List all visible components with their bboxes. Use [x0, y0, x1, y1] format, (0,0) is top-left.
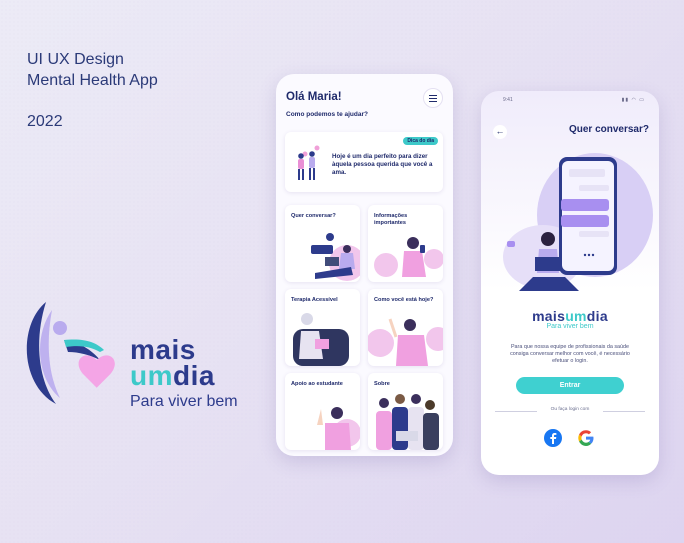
tile-label: Informações importantes	[374, 213, 408, 226]
tip-of-the-day-card[interactable]: Dica do dia Hoje é um dia perfeito para …	[285, 132, 443, 192]
enter-button[interactable]: Entrar	[516, 377, 624, 394]
home-screen: Olá Maria! Como podemos te ajudar? Dica …	[276, 74, 453, 456]
tile-label: Apoio ao estudante	[291, 381, 343, 387]
intro-line-1: UI UX Design	[27, 51, 124, 68]
hamburger-icon[interactable]	[423, 88, 443, 108]
tile-terapia[interactable]: Terapia Acessível	[285, 289, 360, 366]
back-button[interactable]: ←	[493, 125, 507, 139]
login-description: Para que nossa equipe de profissionais d…	[510, 344, 630, 364]
tile-sobre[interactable]: Sobre	[368, 373, 443, 450]
login-brand-um: um	[565, 308, 587, 324]
status-time: 9:41	[503, 97, 513, 103]
login-screen: 9:41 ▮▮ ◠ ▭ ← Quer conversar? maisumdia …	[481, 91, 659, 475]
tip-text: Hoje é um dia perfeito para dizer àquela…	[332, 153, 433, 176]
intro-line-2: Mental Health App	[27, 72, 158, 89]
tile-quer-conversar[interactable]: Quer conversar?	[285, 205, 360, 282]
brand-word-dia: dia	[173, 360, 215, 391]
brand-wordmark: mais umdia Para viver bem	[130, 336, 238, 411]
google-icon[interactable]	[577, 429, 595, 447]
tile-informacoes[interactable]: Informações importantes	[368, 205, 443, 282]
tile-label: Sobre	[374, 381, 390, 387]
status-icons: ▮▮ ◠ ▭	[621, 97, 645, 103]
tip-badge: Dica do dia	[403, 137, 438, 145]
brand-word-umdia: umdia	[130, 360, 238, 391]
facebook-icon[interactable]	[544, 429, 562, 447]
login-title: Quer conversar?	[568, 124, 649, 135]
tile-como-voce-esta[interactable]: Como você está hoje?	[368, 289, 443, 366]
tile-label: Quer conversar?	[291, 213, 336, 219]
brand-tagline: Para viver bem	[130, 393, 238, 410]
social-login-label: Ou faça login com	[550, 407, 590, 412]
login-brand-mais: mais	[532, 308, 566, 324]
greeting: Olá Maria!	[286, 91, 342, 103]
couple-illustration-icon	[298, 145, 320, 180]
intro-text: UI UX Design Mental Health App 2022	[27, 49, 158, 132]
login-brand: maisumdia	[481, 308, 659, 324]
login-brand-dia: dia	[586, 308, 608, 324]
tile-apoio-estudante[interactable]: Apoio ao estudante	[285, 373, 360, 450]
brand-word-um: um	[130, 360, 173, 391]
login-tagline: Para viver bem	[546, 323, 594, 330]
arrow-left-icon: ←	[495, 126, 505, 136]
tile-label: Terapia Acessível	[291, 297, 338, 303]
tile-label: Como você está hoje?	[374, 297, 434, 303]
intro-year: 2022	[27, 113, 63, 130]
help-subtitle: Como podemos te ajudar?	[286, 111, 368, 118]
chat-phone-illustration-icon	[503, 153, 653, 291]
